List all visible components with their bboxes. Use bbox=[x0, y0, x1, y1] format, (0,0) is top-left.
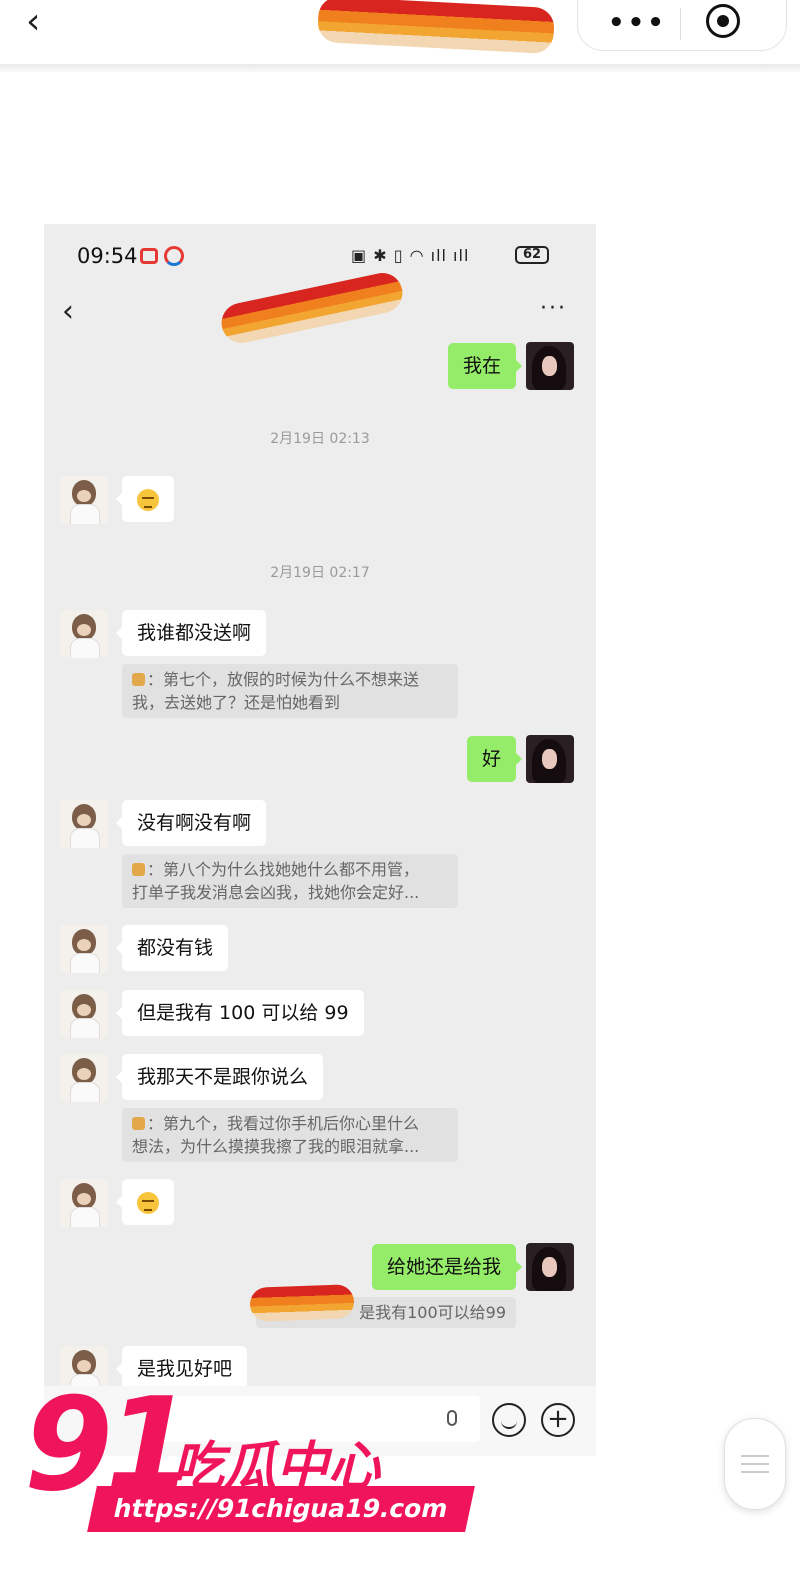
redaction-scribble bbox=[316, 0, 556, 55]
battery-icon: 62 bbox=[515, 246, 549, 264]
status-signal-icons: ▣ ✱ ▯ ◠ ıll ıll bbox=[351, 246, 470, 265]
mic-icon[interactable] bbox=[447, 1410, 457, 1426]
quote-line: ：第七个，放假的时候为什么不想来送 bbox=[132, 668, 448, 691]
emoji-icon bbox=[137, 488, 159, 511]
quote-line: 想法，为什么摸摸我擦了我的眼泪就拿... bbox=[132, 1137, 420, 1156]
message-bubble-received[interactable]: 我谁都没送啊 bbox=[115, 610, 267, 656]
chat-screenshot: 09:54 ▣ ✱ ▯ ◠ ıll ıll 62 ‹ ··· 我在 2月19日 … bbox=[44, 224, 596, 1456]
watermark-url[interactable]: https://91chigua19.com bbox=[87, 1486, 475, 1532]
emoji-message[interactable] bbox=[116, 1179, 174, 1225]
message-bubble-sent[interactable]: 我在 bbox=[447, 343, 523, 389]
quote-line: 我，去送她了？还是怕她看到 bbox=[132, 693, 341, 712]
avatar-contact[interactable] bbox=[60, 610, 108, 658]
avatar-self[interactable] bbox=[526, 735, 574, 783]
floating-menu-button[interactable] bbox=[724, 1418, 786, 1510]
message-bubble-received[interactable]: 但是我有 100 可以给 99 bbox=[116, 990, 364, 1036]
bread-emoji-icon bbox=[132, 673, 145, 686]
avatar-contact[interactable] bbox=[60, 800, 108, 848]
capsule-divider bbox=[680, 8, 681, 40]
back-arrow-icon[interactable]: ‹ bbox=[26, 2, 56, 42]
add-icon[interactable]: + bbox=[541, 1403, 575, 1437]
quoted-reply[interactable]: ：第七个，放假的时候为什么不想来送 我，去送她了？还是怕她看到 bbox=[122, 664, 458, 718]
contact-name-redaction bbox=[217, 269, 407, 347]
timestamp: 2月19日 02:13 bbox=[270, 431, 370, 447]
message-bubble-sent[interactable]: 好 bbox=[466, 736, 523, 782]
status-time: 09:54 bbox=[77, 244, 138, 268]
message-bubble-received[interactable]: 都没有钱 bbox=[115, 925, 229, 971]
emoji-icon bbox=[137, 1191, 159, 1214]
message-bubble-received[interactable]: 没有啊没有啊 bbox=[115, 800, 267, 846]
emoji-picker-icon[interactable] bbox=[492, 1403, 526, 1437]
avatar-contact[interactable] bbox=[60, 925, 108, 973]
top-bar-divider bbox=[0, 64, 800, 72]
quoted-reply[interactable]: ：第八个为什么找她她什么都不用管， 打单子我发消息会凶我，找她你会定好... bbox=[122, 854, 458, 908]
quote-line: ：第九个，我看过你手机后你心里什么 bbox=[132, 1112, 448, 1135]
more-menu-icon[interactable]: ••• bbox=[608, 8, 664, 38]
avatar-contact[interactable] bbox=[60, 1179, 108, 1227]
message-bubble-sent[interactable]: 给她还是给我 bbox=[371, 1244, 523, 1290]
avatar-self[interactable] bbox=[526, 1243, 574, 1291]
notification-icon bbox=[164, 246, 184, 266]
quote-redaction-scribble bbox=[249, 1284, 355, 1322]
avatar-self[interactable] bbox=[526, 342, 574, 390]
message-bubble-received[interactable]: 我那天不是跟你说么 bbox=[115, 1054, 324, 1100]
close-target-icon[interactable] bbox=[706, 4, 740, 38]
quoted-reply[interactable]: ：第九个，我看过你手机后你心里什么 想法，为什么摸摸我擦了我的眼泪就拿... bbox=[122, 1108, 458, 1162]
bread-emoji-icon bbox=[132, 863, 145, 876]
mini-app-top-bar: ‹ ••• bbox=[0, 0, 800, 64]
avatar-contact[interactable] bbox=[60, 1054, 108, 1102]
emoji-message[interactable] bbox=[116, 476, 174, 522]
quote-line: 打单子我发消息会凶我，找她你会定好... bbox=[132, 883, 420, 902]
quote-line: ：第八个为什么找她她什么都不用管， bbox=[132, 858, 448, 881]
avatar-contact[interactable] bbox=[60, 990, 108, 1038]
bread-emoji-icon bbox=[132, 1117, 145, 1130]
timestamp: 2月19日 02:17 bbox=[270, 565, 370, 581]
avatar-contact[interactable] bbox=[60, 476, 108, 524]
chat-more-icon[interactable]: ··· bbox=[540, 296, 567, 321]
record-icon bbox=[140, 248, 158, 264]
mini-app-capsule: ••• bbox=[577, 0, 787, 51]
chat-back-icon[interactable]: ‹ bbox=[62, 294, 74, 329]
